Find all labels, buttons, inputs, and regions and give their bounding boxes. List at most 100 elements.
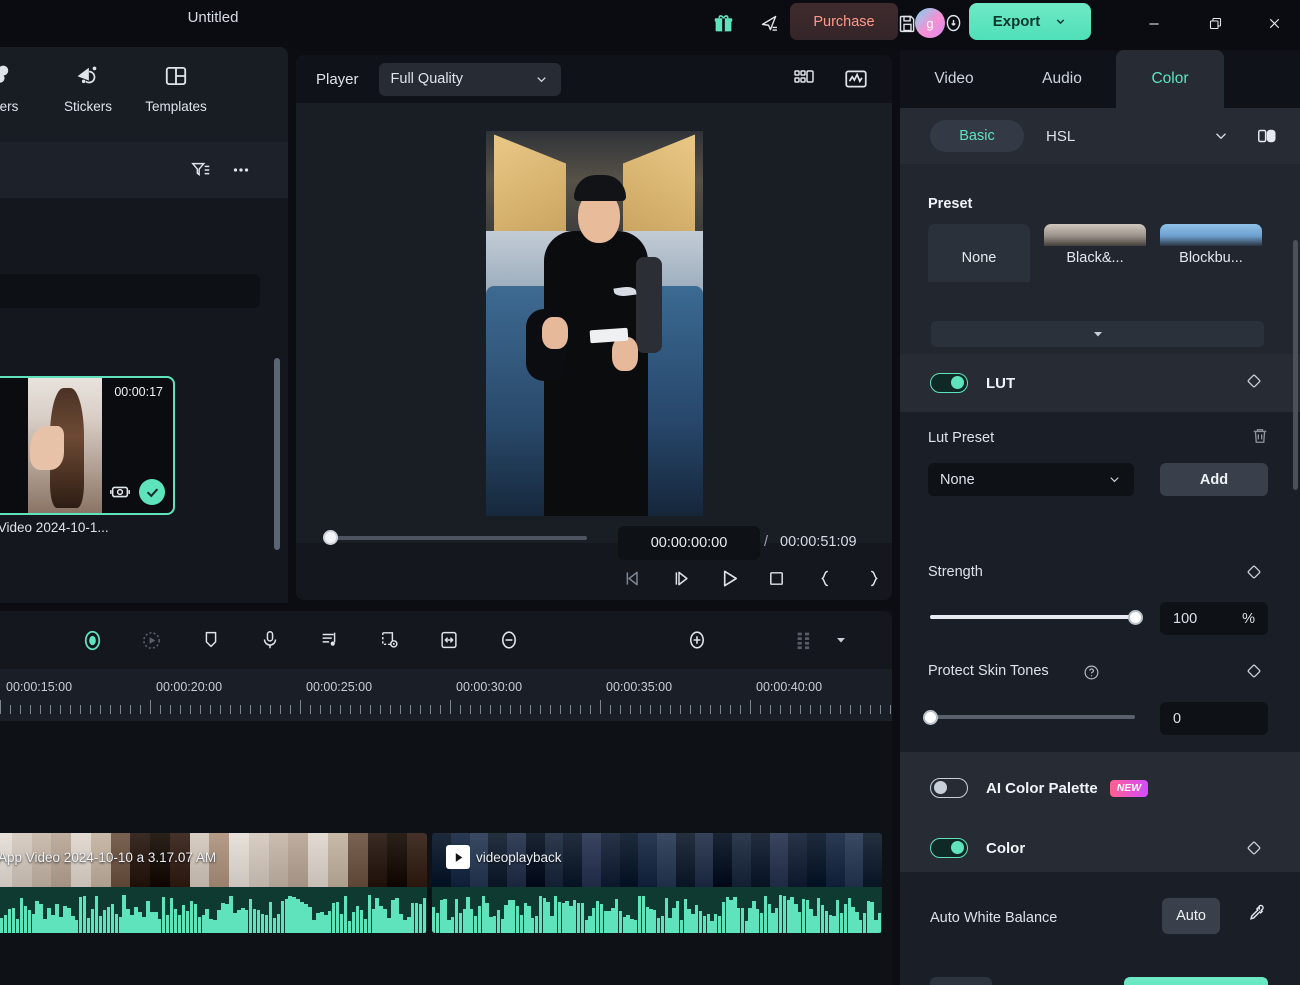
ruler-tick xyxy=(660,705,661,714)
search-input[interactable] xyxy=(0,274,260,308)
waveform-bar xyxy=(435,913,440,933)
marker-icon[interactable] xyxy=(193,622,229,658)
subtab-basic[interactable]: Basic xyxy=(930,120,1024,152)
add-lut-button[interactable]: Add xyxy=(1160,463,1268,496)
filmstrip-frame xyxy=(229,833,249,887)
restore-button[interactable] xyxy=(1192,0,1238,47)
timeline-clip[interactable]: App Video 2024-10-10 a 3.17.07 AM xyxy=(0,833,427,933)
keyframe-diamond-icon[interactable] xyxy=(1244,838,1264,863)
waveform-bar xyxy=(387,917,391,933)
tab-audio[interactable]: Audio xyxy=(1008,50,1116,108)
more-options-icon[interactable] xyxy=(226,155,256,185)
reset-button[interactable]: Reset xyxy=(930,977,992,985)
right-panel-scrollbar[interactable] xyxy=(1293,240,1298,490)
protect-slider-track[interactable] xyxy=(930,715,1135,719)
lut-toggle[interactable] xyxy=(930,373,968,393)
mark-in-icon[interactable] xyxy=(804,557,846,599)
keyframe-diamond-icon[interactable] xyxy=(1244,661,1264,686)
send-icon[interactable] xyxy=(746,0,792,47)
chevron-down-icon[interactable] xyxy=(1212,127,1230,150)
prev-frame-icon[interactable] xyxy=(612,557,654,599)
trash-icon[interactable] xyxy=(1250,426,1270,451)
protect-value-box[interactable]: 0 xyxy=(1160,702,1268,735)
waveform-bar xyxy=(331,903,336,933)
waveform-bar xyxy=(403,920,407,933)
ruler-tick xyxy=(290,705,291,714)
close-button[interactable] xyxy=(1251,0,1297,47)
crop-icon[interactable] xyxy=(371,622,407,658)
waveform-bar xyxy=(118,916,122,933)
ruler-tick xyxy=(700,705,701,714)
tab-video[interactable]: Video xyxy=(900,50,1008,108)
media-selected-check[interactable] xyxy=(139,479,165,505)
waveform-scope-icon[interactable] xyxy=(840,63,872,95)
track-manager-icon[interactable] xyxy=(786,622,822,658)
media-card[interactable]: 00:00:17 xyxy=(0,376,175,515)
subtab-hsl[interactable]: HSL xyxy=(1046,128,1075,145)
grid-view-icon[interactable] xyxy=(788,63,820,95)
help-icon[interactable] xyxy=(1083,664,1100,686)
preset-item-none[interactable]: None xyxy=(928,224,1030,282)
purchase-button[interactable]: Purchase xyxy=(790,3,898,40)
strength-value-box[interactable]: 100 % xyxy=(1160,602,1268,635)
strength-slider-handle[interactable] xyxy=(1128,610,1143,625)
left-panel-scrollbar[interactable] xyxy=(274,358,280,550)
timeline-clip[interactable]: videoplayback xyxy=(432,833,882,933)
fit-timeline-icon[interactable] xyxy=(431,622,467,658)
seek-bar[interactable] xyxy=(332,536,587,540)
ruler-tick xyxy=(0,700,1,714)
waveform-bar xyxy=(607,910,611,933)
color-toggle[interactable] xyxy=(930,838,968,858)
ruler-tick xyxy=(450,700,451,714)
timeline-ruler[interactable]: 00:00:15:00 00:00:20:00 00:00:25:00 00:0… xyxy=(0,669,901,721)
waveform-bar xyxy=(411,902,415,933)
current-timecode[interactable]: 00:00:00:00 xyxy=(618,526,760,560)
next-frame-icon[interactable] xyxy=(661,557,703,599)
export-button[interactable]: Export xyxy=(969,3,1091,40)
mark-out-icon[interactable] xyxy=(852,557,894,599)
zoom-in-icon[interactable] xyxy=(679,622,715,658)
waveform-bar xyxy=(538,895,543,933)
waveform-bar xyxy=(63,906,67,933)
strength-slider-track[interactable] xyxy=(930,615,1135,619)
preset-item-blockbuster[interactable]: Blockbu... xyxy=(1160,224,1262,282)
video-preview[interactable] xyxy=(485,130,703,516)
tab-filters[interactable]: Filters xyxy=(0,63,44,114)
tab-stickers[interactable]: Stickers xyxy=(44,63,132,114)
filter-sort-icon[interactable] xyxy=(186,155,216,185)
keyframe-diamond-icon[interactable] xyxy=(1244,371,1264,396)
seek-row: 00:00:00:00 / 00:00:51:09 xyxy=(296,523,892,560)
play-icon[interactable] xyxy=(708,557,750,599)
voiceover-icon[interactable] xyxy=(252,622,288,658)
tab-templates[interactable]: Templates xyxy=(132,63,220,114)
protect-slider-handle[interactable] xyxy=(923,710,938,725)
expand-presets-icon[interactable] xyxy=(931,321,1264,347)
timeline-tracks[interactable]: App Video 2024-10-10 a 3.17.07 AM videop… xyxy=(0,721,892,985)
preview-boarding-pass xyxy=(589,327,628,343)
seek-handle[interactable] xyxy=(323,530,338,545)
preset-item-blackwhite[interactable]: Black&... xyxy=(1044,224,1146,282)
waveform-bar xyxy=(328,910,332,933)
ruler-tick xyxy=(530,705,531,714)
auto-reframe-icon[interactable] xyxy=(133,622,169,658)
save-as-custom-button[interactable]: Save as custom xyxy=(1124,977,1268,985)
tab-color[interactable]: Color xyxy=(1116,50,1224,108)
split-compare-icon[interactable] xyxy=(1256,125,1278,152)
track-dropdown-icon[interactable] xyxy=(823,622,859,658)
zoom-out-icon[interactable] xyxy=(491,622,527,658)
edit-mode-icon[interactable] xyxy=(74,622,110,658)
gift-icon[interactable] xyxy=(700,0,746,47)
eyedropper-icon[interactable] xyxy=(1246,902,1268,929)
waveform-bar xyxy=(126,909,130,933)
quality-select[interactable]: Full Quality xyxy=(378,62,561,96)
waveform-bar xyxy=(836,900,840,933)
waveform-bar xyxy=(193,904,198,933)
auto-white-balance-button[interactable]: Auto xyxy=(1162,898,1220,934)
ai-palette-toggle[interactable] xyxy=(930,778,968,798)
minimize-button[interactable] xyxy=(1131,0,1177,47)
avatar[interactable]: g xyxy=(915,8,945,38)
beat-detect-icon[interactable] xyxy=(312,622,348,658)
stop-icon[interactable] xyxy=(755,557,797,599)
keyframe-diamond-icon[interactable] xyxy=(1244,562,1264,587)
lut-preset-select[interactable]: None xyxy=(928,463,1134,496)
